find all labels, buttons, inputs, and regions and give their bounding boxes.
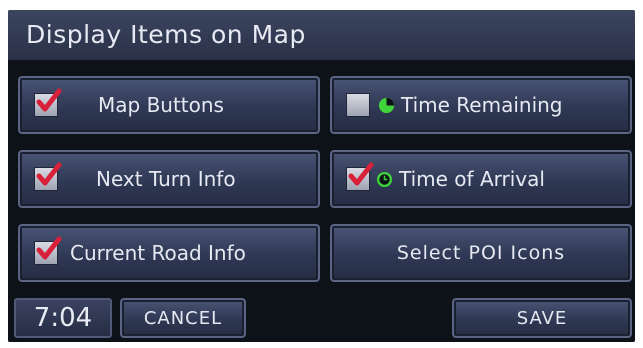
checkbox-checked-icon (346, 162, 374, 191)
checkbox-checked-icon (34, 236, 62, 265)
map-buttons-label: Map Buttons (98, 93, 224, 117)
checkbox-unchecked-icon (346, 93, 370, 117)
time-remaining-label: Time Remaining (401, 93, 563, 117)
cancel-button[interactable]: CANCEL (120, 298, 246, 338)
next-turn-info-toggle[interactable]: Next Turn Info (18, 150, 320, 208)
cancel-label: CANCEL (143, 307, 223, 329)
time-of-arrival-toggle[interactable]: Time of Arrival (330, 150, 632, 208)
clock-arrival-icon (376, 171, 393, 187)
current-road-info-label: Current Road Info (70, 241, 246, 265)
current-road-info-toggle[interactable]: Current Road Info (18, 224, 320, 282)
title-bar: Display Items on Map (8, 10, 635, 62)
time-remaining-toggle[interactable]: Time Remaining (330, 76, 632, 134)
select-poi-icons-button[interactable]: Select POI Icons (330, 224, 632, 282)
map-buttons-toggle[interactable]: Map Buttons (18, 76, 320, 134)
save-label: SAVE (516, 307, 568, 329)
nav-screen: Display Items on Map Map Buttons Time Re… (8, 10, 635, 342)
save-button[interactable]: SAVE (452, 298, 632, 338)
page-title: Display Items on Map (26, 20, 306, 49)
checkbox-checked-icon (34, 162, 62, 191)
next-turn-info-label: Next Turn Info (96, 167, 236, 191)
clock-display: 7:04 (14, 298, 112, 338)
bottom-bar: 7:04 CANCEL SAVE (8, 292, 635, 342)
select-poi-icons-label: Select POI Icons (396, 242, 566, 264)
checkbox-checked-icon (34, 88, 62, 117)
clock-remaining-icon (378, 97, 395, 113)
time-of-arrival-label: Time of Arrival (399, 167, 545, 191)
